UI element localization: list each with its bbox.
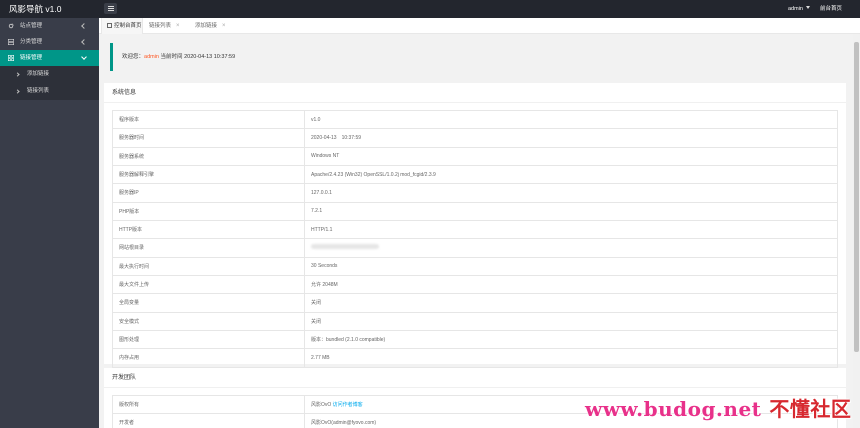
user-menu[interactable]: admin (788, 0, 810, 18)
row-value: 30 Seconds (304, 256, 838, 276)
table-row: 安全模式 关闭 (112, 311, 838, 331)
home-icon (107, 22, 112, 28)
owner-name: 风影OvO (311, 402, 332, 409)
tab-dashboard[interactable]: 控制台首页 (101, 18, 143, 34)
row-key: 图形处理 (112, 329, 305, 350)
tab-label: 添加链接 (195, 23, 218, 29)
row-key: 最大执行时间 (112, 256, 305, 276)
row-key: 安全模式 (112, 311, 305, 331)
category-icon (8, 39, 14, 45)
chevron-left-icon (81, 23, 87, 29)
tab-label: 控制台首页 (114, 23, 142, 29)
menu-toggle-icon[interactable] (104, 3, 117, 14)
user-name: admin (788, 6, 803, 12)
system-info-card: 系统信息 程序版本 v1.0 服务器时间 2020-04-13 10:37:59 服务器… (104, 83, 846, 368)
table-row: 全局变量 关闭 (112, 293, 838, 313)
chevron-down-icon (81, 54, 87, 60)
row-key: 版权所有 (112, 394, 305, 415)
row-key: 服务器时间 (112, 128, 305, 148)
current-time: 2020-04-13 10:37:59 (184, 54, 236, 60)
row-value: 关闭 (304, 311, 838, 331)
sidebar-subitem-link-list[interactable]: 链接列表 (0, 83, 99, 100)
frontend-home-link[interactable]: 前台首页 (820, 0, 842, 18)
row-key: 服务器系统 (112, 146, 305, 166)
sidebar-item-label: 分类管理 (20, 39, 43, 45)
row-key: 内存占用 (112, 348, 305, 368)
table-row: 服务器IP 127.0.0.1 (112, 183, 838, 203)
tab-add-link[interactable]: 添加链接 × (195, 18, 226, 34)
welcome-prefix: 欢迎您： (122, 54, 145, 60)
welcome-text: 欢迎您：admin 当前时间 2020-04-13 10:37:59 (122, 43, 235, 71)
sidebar: 站点管理 分类管理 链接管理 添加链接 链接列表 (0, 18, 99, 428)
row-value: v1.0 (304, 109, 838, 130)
caret-down-icon (805, 6, 810, 9)
sidebar-item-site[interactable]: 站点管理 (0, 18, 99, 34)
table-row: 网站根目录 (112, 238, 838, 258)
table-row: 内存占用 2.77 MB (112, 348, 838, 368)
row-value: 2020-04-13 10:37:59 (304, 128, 838, 148)
welcome-user: admin (144, 54, 159, 60)
table-row: 服务器系统 Windows NT (112, 146, 838, 166)
row-value: 关闭 (304, 293, 838, 313)
time-label: 当前时间 (160, 54, 183, 60)
chevron-right-icon (15, 89, 20, 94)
row-value: Apache/2.4.23 (Win32) OpenSSL/1.0.2j mod… (304, 164, 838, 185)
row-value: 7.2.1 (304, 201, 838, 221)
grid-icon (8, 55, 14, 61)
row-key: 网站根目录 (112, 238, 305, 258)
table-row: 服务器解释引擎 Apache/2.4.23 (Win32) OpenSSL/1.0… (112, 164, 838, 185)
row-key: 服务器解释引擎 (112, 164, 305, 185)
scrollbar[interactable] (853, 34, 860, 428)
sidebar-item-label: 链接管理 (20, 55, 43, 61)
table-row: 程序版本 v1.0 (112, 109, 838, 130)
tab-link-list[interactable]: 链接列表 × (149, 18, 180, 34)
system-info-table: 程序版本 v1.0 服务器时间 2020-04-13 10:37:59 服务器系统 Win… (112, 109, 838, 368)
table-row: 最大执行时间 30 Seconds (112, 256, 838, 276)
watermark: www.budog.net 不懂社区 (585, 393, 851, 422)
watermark-url: www.budog.net (585, 397, 762, 421)
row-key: 程序版本 (112, 109, 305, 130)
refresh-icon (8, 23, 14, 29)
row-key: 全局变量 (112, 293, 305, 313)
row-value (304, 238, 838, 258)
team-title: 开发团队 (104, 368, 846, 388)
row-key: PHP版本 (112, 201, 305, 221)
chevron-left-icon (81, 39, 87, 45)
sidebar-item-links[interactable]: 链接管理 (0, 50, 99, 66)
tab-label: 链接列表 (149, 23, 172, 29)
table-row: PHP版本 7.2.1 (112, 201, 838, 221)
row-key: HTTP版本 (112, 219, 305, 240)
row-value: 版本：bundled (2.1.0 compatible) (304, 329, 838, 350)
tab-bar: 控制台首页 链接列表 × 添加链接 × (99, 18, 860, 34)
sidebar-item-category[interactable]: 分类管理 (0, 34, 99, 50)
welcome-banner: 欢迎您：admin 当前时间 2020-04-13 10:37:59 (110, 43, 841, 71)
table-row: 服务器时间 2020-04-13 10:37:59 (112, 128, 838, 148)
sidebar-subitem-label: 添加链接 (27, 71, 50, 77)
sidebar-item-label: 站点管理 (20, 23, 43, 29)
row-value: 127.0.0.1 (304, 183, 838, 203)
watermark-cn: 不懂社区 (769, 397, 852, 421)
app-logo[interactable]: 风影导航 v1.0 (0, 0, 99, 18)
row-key: 服务器IP (112, 183, 305, 203)
sidebar-subitem-add-link[interactable]: 添加链接 (0, 66, 99, 83)
row-value: Windows NT (304, 146, 838, 166)
scrollbar-thumb[interactable] (854, 42, 859, 352)
sidebar-subitem-label: 链接列表 (27, 88, 50, 94)
table-row: 图形处理 版本：bundled (2.1.0 compatible) (112, 329, 838, 350)
table-row: HTTP版本 HTTP/1.1 (112, 219, 838, 240)
author-blog-link[interactable]: 访问作者博客 (333, 402, 363, 408)
table-row: 最大文件上传 允许 2048M (112, 274, 838, 295)
row-key: 开发者 (112, 413, 305, 428)
system-info-title: 系统信息 (104, 83, 846, 103)
close-icon[interactable]: × (176, 23, 180, 29)
blurred-value (311, 244, 379, 250)
top-header: 风影导航 v1.0 admin 前台首页 (0, 0, 860, 18)
chevron-right-icon (15, 72, 20, 77)
row-value: 2.77 MB (304, 348, 838, 368)
row-key: 最大文件上传 (112, 274, 305, 295)
main-content: 欢迎您：admin 当前时间 2020-04-13 10:37:59 系统信息 … (99, 35, 860, 428)
row-value: HTTP/1.1 (304, 219, 838, 240)
close-icon[interactable]: × (222, 23, 226, 29)
row-value: 允许 2048M (304, 274, 838, 295)
